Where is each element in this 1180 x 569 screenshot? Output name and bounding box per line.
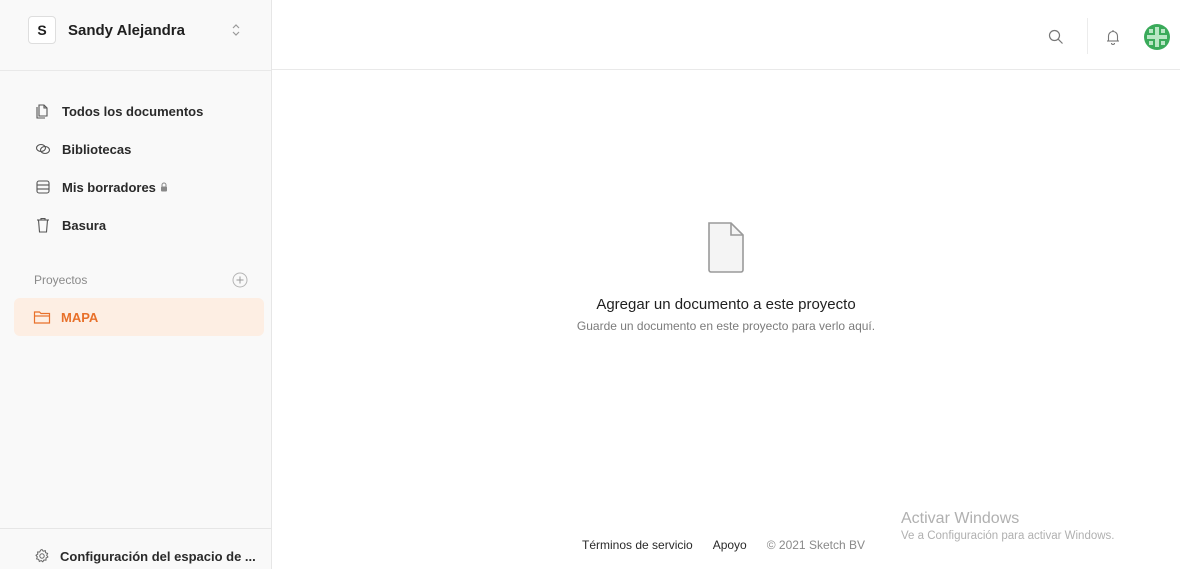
- sidebar-item-label: Todos los documentos: [62, 103, 204, 119]
- top-bar: [272, 0, 1180, 70]
- projects-label: Proyectos: [34, 273, 88, 287]
- projects-header: Proyectos: [34, 268, 248, 292]
- workspace-avatar: S: [28, 16, 56, 44]
- footer: Términos de servicio Apoyo © 2021 Sketch…: [582, 538, 865, 552]
- workspace-settings-button[interactable]: Configuración del espacio de ...: [14, 538, 264, 569]
- support-link[interactable]: Apoyo: [713, 538, 747, 552]
- empty-state-subtitle: Guarde un documento en este proyecto par…: [576, 319, 876, 333]
- search-icon[interactable]: [1047, 28, 1065, 46]
- workspace-switcher[interactable]: S Sandy Alejandra: [14, 10, 258, 50]
- gear-icon: [34, 548, 50, 564]
- sidebar-item-trash[interactable]: Basura: [14, 206, 264, 244]
- lock-icon: [160, 182, 168, 192]
- document-icon: [705, 220, 747, 274]
- project-label: MAPA: [61, 309, 99, 325]
- divider: [0, 528, 271, 529]
- sidebar-item-label: Bibliotecas: [62, 141, 132, 157]
- documents-icon: [34, 102, 52, 120]
- folder-icon: [33, 308, 51, 326]
- app-window: S Sandy Alejandra Todos los documentos B…: [0, 0, 1180, 569]
- chevron-up-down-icon[interactable]: [228, 22, 244, 38]
- divider: [0, 70, 271, 71]
- copyright-text: © 2021 Sketch BV: [766, 538, 865, 552]
- libraries-icon: [34, 140, 52, 158]
- sidebar-nav: Todos los documentos Bibliotecas Mis bor…: [14, 92, 264, 244]
- sidebar-item-label: Basura: [62, 217, 107, 233]
- terms-link[interactable]: Términos de servicio: [582, 538, 693, 552]
- sidebar-item-drafts[interactable]: Mis borradores: [14, 168, 264, 206]
- drafts-icon: [34, 178, 52, 196]
- workspace-name: Sandy Alejandra: [68, 21, 185, 39]
- empty-state-title: Agregar un documento a este proyecto: [596, 296, 856, 313]
- bell-icon[interactable]: [1104, 28, 1122, 46]
- windows-activation-watermark: Activar Windows Ve a Configuración para …: [901, 510, 1115, 542]
- sidebar-item-all-documents[interactable]: Todos los documentos: [14, 92, 264, 130]
- settings-label: Configuración del espacio de ...: [60, 548, 256, 564]
- empty-state: Agregar un documento a este proyecto Gua…: [272, 220, 1180, 333]
- sidebar-item-project-mapa[interactable]: MAPA: [14, 298, 264, 336]
- watermark-subtitle: Ve a Configuración para activar Windows.: [901, 530, 1115, 542]
- sidebar-item-label: Mis borradores: [62, 179, 156, 195]
- add-project-icon[interactable]: [232, 272, 248, 288]
- sidebar: S Sandy Alejandra Todos los documentos B…: [0, 0, 272, 569]
- watermark-title: Activar Windows: [901, 510, 1020, 527]
- user-avatar[interactable]: [1144, 24, 1170, 50]
- trash-icon: [34, 216, 52, 234]
- sidebar-item-libraries[interactable]: Bibliotecas: [14, 130, 264, 168]
- divider: [1087, 18, 1088, 54]
